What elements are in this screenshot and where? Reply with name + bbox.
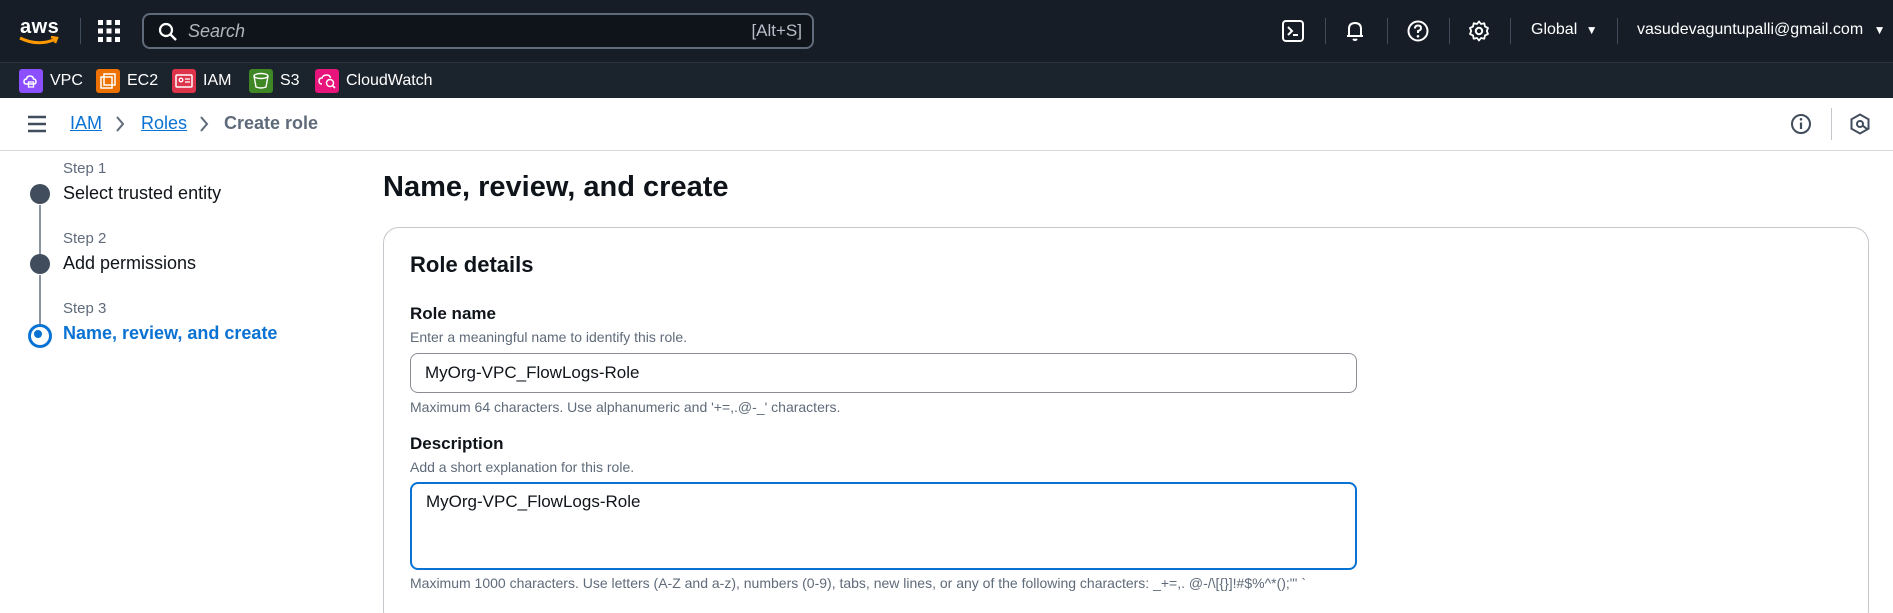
step-1-indicator (30, 184, 50, 204)
global-search[interactable]: [Alt+S] (142, 13, 814, 49)
aws-smile-icon (19, 36, 59, 45)
breadcrumb-iam[interactable]: IAM (70, 113, 102, 134)
search-icon (158, 22, 177, 41)
step-2-indicator (30, 254, 50, 274)
role-name-label: Role name (410, 304, 496, 323)
hexagon-settings-icon[interactable] (1849, 113, 1871, 140)
step-3-number: Step 3 (63, 300, 107, 317)
cloudwatch-icon (315, 69, 339, 93)
chevron-right-icon (200, 116, 209, 132)
description-label: Description (410, 434, 504, 453)
account-label: vasudevaguntupalli@gmail.com (1637, 21, 1864, 38)
bell-icon[interactable] (1343, 19, 1367, 43)
favorites-bar: VPC EC2 IAM S3 CloudWatch (0, 62, 1893, 98)
services-menu-icon[interactable] (97, 19, 121, 43)
vpc-icon (19, 69, 43, 93)
favorite-cloudwatch[interactable]: CloudWatch (315, 69, 433, 93)
step-connector (39, 275, 41, 325)
favorite-cloudwatch-label: CloudWatch (346, 72, 433, 89)
breadcrumb-bar: IAM Roles Create role (0, 98, 1893, 151)
cloudshell-icon[interactable] (1281, 19, 1305, 43)
role-name-input[interactable] (410, 353, 1357, 393)
favorite-vpc-label: VPC (50, 72, 83, 89)
role-name-constraint: Maximum 64 characters. Use alphanumeric … (410, 399, 841, 415)
role-name-help: Enter a meaningful name to identify this… (410, 329, 688, 345)
description-help: Add a short explanation for this role. (410, 459, 635, 475)
account-menu[interactable]: vasudevaguntupalli@gmail.com ▼ (1637, 21, 1885, 39)
iam-icon (172, 69, 196, 93)
region-label: Global (1531, 21, 1578, 38)
aws-logo[interactable]: aws (18, 14, 62, 48)
top-navigation: aws [Alt+S] (0, 0, 1893, 62)
region-selector[interactable]: Global ▼ (1531, 21, 1598, 39)
step-2-title[interactable]: Add permissions (63, 253, 196, 274)
search-shortcut: [Alt+S] (751, 21, 802, 40)
step-3-indicator (28, 324, 52, 348)
description-textarea[interactable]: MyOrg-VPC_FlowLogs-Role (410, 482, 1357, 570)
info-icon[interactable] (1790, 113, 1812, 140)
caret-down-icon: ▼ (1585, 23, 1598, 37)
step-1-number: Step 1 (63, 160, 107, 177)
search-input[interactable] (188, 19, 708, 43)
role-details-panel: Role details Role name Enter a meaningfu… (383, 227, 1869, 613)
favorite-vpc[interactable]: VPC (19, 69, 83, 93)
role-details-heading: Role details (410, 252, 534, 277)
favorite-s3-label: S3 (280, 72, 300, 89)
hamburger-menu-icon[interactable] (27, 115, 47, 138)
breadcrumb-roles[interactable]: Roles (141, 113, 187, 134)
page-title: Name, review, and create (383, 171, 729, 203)
favorite-ec2[interactable]: EC2 (96, 69, 158, 93)
s3-icon (249, 69, 273, 93)
breadcrumb-current: Create role (224, 113, 319, 133)
ec2-icon (96, 69, 120, 93)
step-connector (39, 205, 41, 255)
help-icon[interactable] (1406, 19, 1430, 43)
step-1-title[interactable]: Select trusted entity (63, 183, 221, 204)
favorite-ec2-label: EC2 (127, 72, 159, 89)
step-2-number: Step 2 (63, 230, 107, 247)
favorite-iam-label: IAM (203, 72, 232, 89)
caret-down-icon: ▼ (1873, 23, 1886, 37)
chevron-right-icon (116, 116, 125, 132)
favorite-iam[interactable]: IAM (172, 69, 231, 93)
step-3-title: Name, review, and create (63, 323, 278, 343)
favorite-s3[interactable]: S3 (249, 69, 300, 93)
description-constraint: Maximum 1000 characters. Use letters (A-… (410, 575, 1306, 591)
settings-icon[interactable] (1467, 19, 1491, 43)
